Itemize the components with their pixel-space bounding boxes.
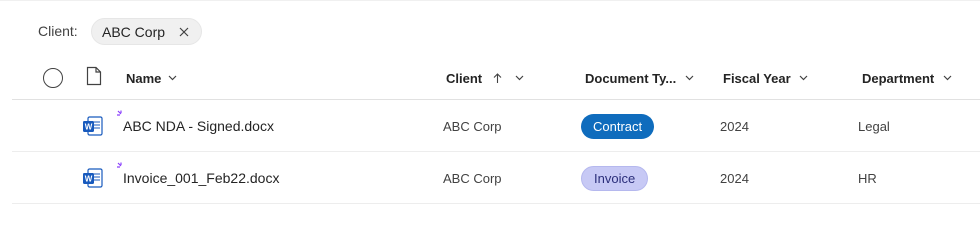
file-name-link[interactable]: Invoice_001_Feb22.docx (123, 152, 279, 204)
column-header-name[interactable]: Name (126, 56, 177, 100)
column-header-document-type[interactable]: Document Ty... (585, 56, 694, 100)
filter-chip-value: ABC Corp (102, 23, 166, 40)
sort-ascending-icon (492, 72, 502, 83)
close-icon[interactable] (177, 25, 191, 39)
department-value: Legal (858, 118, 890, 134)
client-value: ABC Corp (443, 118, 502, 134)
svg-text:W: W (85, 175, 93, 184)
fiscal-year-value: 2024 (720, 118, 749, 134)
chevron-down-icon (514, 73, 524, 83)
column-header-department-label: Department (862, 70, 935, 86)
document-type-badge[interactable]: Contract (581, 113, 655, 139)
chevron-down-icon (684, 73, 694, 83)
fiscal-year-value: 2024 (720, 170, 749, 186)
chevron-down-icon (942, 73, 952, 83)
chevron-down-icon (799, 73, 809, 83)
column-header-fiscal-year[interactable]: Fiscal Year (723, 56, 809, 100)
filter-bar: Client: ABC Corp (0, 0, 980, 58)
filter-label: Client: (38, 23, 78, 39)
table-header: Name Client Document Ty... Fiscal Year D… (12, 56, 980, 100)
column-header-client[interactable]: Client (446, 56, 524, 100)
department-value: HR (858, 170, 877, 186)
column-header-fiscal-year-label: Fiscal Year (723, 70, 791, 86)
column-header-client-label: Client (446, 70, 483, 86)
select-all-checkbox[interactable] (43, 68, 63, 88)
client-filter-chip[interactable]: ABC Corp (91, 18, 203, 45)
word-document-icon: W (82, 167, 104, 189)
table-row[interactable]: W Invoice_001_Feb22.docx ABC Corp Invoic… (12, 152, 980, 204)
svg-text:W: W (85, 123, 93, 132)
file-type-icon[interactable] (86, 66, 102, 86)
file-name-link[interactable]: ABC NDA - Signed.docx (123, 100, 274, 152)
column-header-document-type-label: Document Ty... (585, 70, 677, 86)
table-row[interactable]: W ABC NDA - Signed.docx ABC Corp Contrac… (12, 100, 980, 152)
column-header-department[interactable]: Department (862, 56, 952, 100)
document-type-cell: Invoice (581, 152, 649, 204)
document-type-cell: Contract (581, 100, 655, 152)
chevron-down-icon (167, 73, 177, 83)
document-type-badge[interactable]: Invoice (581, 165, 649, 191)
client-value: ABC Corp (443, 170, 502, 186)
column-header-name-label: Name (126, 70, 162, 86)
word-document-icon: W (82, 115, 104, 137)
